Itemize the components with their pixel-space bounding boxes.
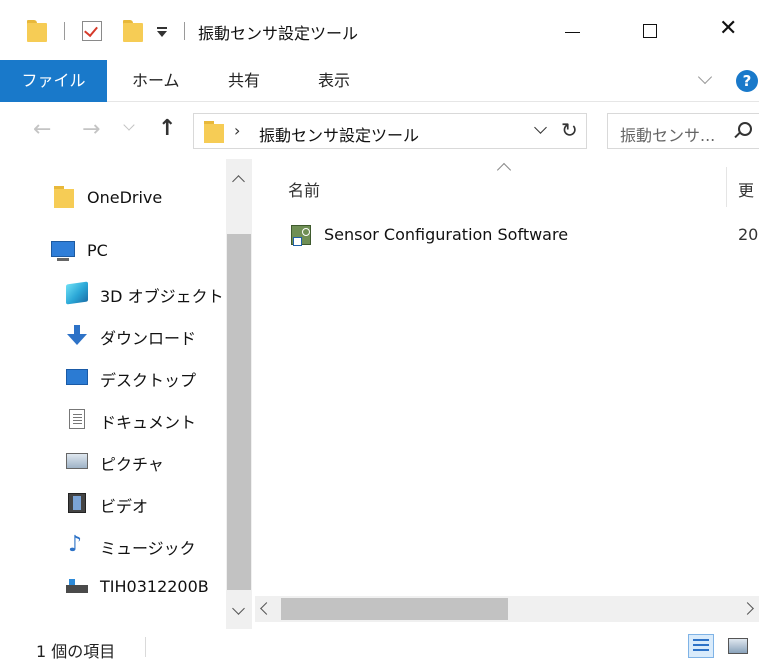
status-item-count: 1 個の項目 [36, 642, 116, 661]
breadcrumb-separator[interactable]: › [234, 121, 240, 140]
quick-access-separator [64, 22, 65, 40]
column-header-date[interactable]: 更 [738, 177, 754, 201]
sidebar-item-label: ピクチャ [100, 455, 164, 474]
tab-view[interactable]: 表示 [318, 60, 350, 102]
file-date: 20 [738, 225, 759, 244]
status-separator [145, 637, 146, 657]
tab-file[interactable]: ファイル [0, 60, 107, 102]
search-icon[interactable] [738, 122, 752, 136]
sidebar-item-label: デスクトップ [100, 371, 197, 390]
sidebar-item-network-drive[interactable]: TIH0312200B [0, 567, 224, 607]
address-folder-icon [204, 121, 224, 143]
details-view-icon[interactable] [688, 634, 714, 658]
sidebar-item-label: ダウンロード [100, 329, 197, 348]
documents-icon [69, 409, 85, 429]
3d-objects-icon [66, 281, 88, 305]
downloads-icon [66, 325, 88, 345]
search-box[interactable]: 振動センサ... [607, 113, 759, 149]
status-bar: 1 個の項目 [0, 629, 759, 664]
sidebar-item-onedrive[interactable]: OneDrive [0, 178, 224, 218]
column-header-name[interactable]: 名前 [288, 177, 320, 201]
sidebar-item-pc[interactable]: PC [0, 231, 224, 271]
customize-dropdown-icon[interactable] [156, 27, 168, 39]
expand-ribbon-chevron-icon[interactable] [697, 69, 713, 85]
onedrive-folder-icon [54, 186, 76, 208]
title-bar: 振動センサ設定ツール ✕ [0, 0, 759, 56]
window-title: 振動センサ設定ツール [198, 24, 359, 43]
maximize-button[interactable] [620, 10, 680, 50]
sort-ascending-icon [496, 162, 512, 178]
scrollbar-thumb[interactable] [227, 234, 251, 590]
recent-locations-chevron-icon[interactable] [123, 119, 135, 131]
sidebar-item-pictures[interactable]: ピクチャ [0, 441, 224, 481]
sidebar-item-label: TIH0312200B [100, 577, 209, 596]
minimize-button[interactable] [542, 10, 602, 50]
file-name: Sensor Configuration Software [324, 225, 569, 244]
sidebar-item-label: ミュージック [100, 539, 196, 558]
scroll-right-icon[interactable] [741, 602, 754, 615]
sidebar-item-label: OneDrive [87, 188, 163, 207]
minimize-icon [565, 32, 580, 33]
pc-icon [51, 241, 75, 261]
forward-button[interactable]: → [82, 119, 100, 141]
videos-icon [68, 493, 86, 513]
up-button[interactable]: ↑ [158, 117, 176, 141]
back-button[interactable]: ← [33, 119, 51, 141]
close-icon: ✕ [719, 16, 738, 41]
refresh-icon[interactable]: ↻ [561, 118, 578, 142]
close-button[interactable]: ✕ [697, 10, 757, 50]
help-icon[interactable]: ? [736, 70, 758, 92]
sidebar-item-label: ドキュメント [100, 413, 197, 432]
sidebar-item-label: PC [87, 241, 108, 260]
application-shortcut-icon [291, 225, 311, 246]
sidebar-item-documents[interactable]: ドキュメント [0, 399, 224, 439]
properties-check-icon[interactable] [82, 21, 102, 41]
folder-icon[interactable] [27, 20, 47, 42]
sidebar-item-music[interactable]: ♪ ミュージック [0, 525, 224, 565]
search-input[interactable]: 振動センサ... [620, 122, 715, 146]
navigation-bar: ← → ↑ › 振動センサ設定ツール ↻ 振動センサ... [0, 103, 759, 159]
large-icons-view-icon[interactable] [726, 635, 750, 657]
maximize-icon [643, 24, 657, 38]
address-history-chevron-icon[interactable] [534, 121, 547, 134]
navigation-pane: OneDrive PC 3D オブジェクト ダウンロード デスクトップ ドキュメ… [0, 159, 255, 629]
sidebar-item-3d-objects[interactable]: 3D オブジェクト [0, 273, 224, 313]
network-drive-icon [66, 577, 88, 597]
address-bar[interactable]: › 振動センサ設定ツール ↻ [193, 113, 587, 149]
sidebar-item-desktop[interactable]: デスクトップ [0, 357, 224, 397]
content-horizontal-scrollbar[interactable] [255, 596, 759, 622]
pictures-icon [66, 453, 88, 469]
ribbon-tabs: ファイル ホーム 共有 表示 ? [0, 58, 759, 102]
tab-share[interactable]: 共有 [228, 60, 260, 102]
quick-access-separator [184, 22, 185, 40]
column-divider[interactable] [726, 167, 727, 207]
file-list: 名前 更 Sensor Configuration Software 20 [255, 159, 759, 629]
new-folder-icon[interactable] [123, 20, 143, 42]
scroll-left-icon[interactable] [260, 602, 273, 615]
sidebar-item-downloads[interactable]: ダウンロード [0, 315, 224, 355]
scrollbar-thumb[interactable] [281, 598, 508, 620]
desktop-icon [66, 369, 88, 385]
sidebar-item-videos[interactable]: ビデオ [0, 483, 224, 523]
nav-pane-vertical-scrollbar[interactable] [226, 159, 252, 629]
music-icon: ♪ [68, 532, 83, 557]
tab-home[interactable]: ホーム [132, 60, 180, 102]
sidebar-item-label: 3D オブジェクト [100, 287, 224, 306]
sidebar-item-label: ビデオ [100, 497, 149, 516]
breadcrumb-current-folder[interactable]: 振動センサ設定ツール [259, 122, 419, 146]
scroll-down-icon[interactable] [232, 602, 245, 615]
table-row[interactable]: Sensor Configuration Software 20 [275, 221, 759, 251]
scroll-up-icon[interactable] [232, 175, 245, 188]
